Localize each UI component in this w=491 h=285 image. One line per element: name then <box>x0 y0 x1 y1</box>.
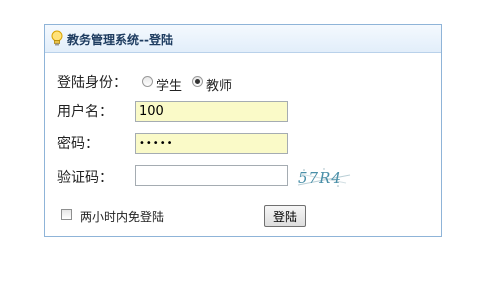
radio-student-label: 学生 <box>156 79 183 94</box>
captcha-input[interactable] <box>135 165 288 186</box>
login-button[interactable]: 登陆 <box>264 205 306 227</box>
login-panel: 教务管理系统--登陆 登陆身份： 学生 教师 用户名： 密码： 验证码： 57R… <box>44 24 442 237</box>
radio-teacher-label: 教师 <box>206 79 233 94</box>
panel-title: 教务管理系统--登陆 <box>67 33 173 47</box>
identity-label: 登陆身份： <box>57 75 127 91</box>
lightbulb-icon <box>51 30 63 48</box>
username-label: 用户名： <box>57 104 113 120</box>
password-label: 密码： <box>57 136 99 152</box>
captcha-text: 57R4 <box>298 169 342 187</box>
username-input[interactable] <box>135 101 288 122</box>
radio-student[interactable] <box>142 76 153 87</box>
captcha-image[interactable]: 57R4 <box>294 166 354 188</box>
radio-teacher[interactable] <box>192 76 203 87</box>
captcha-label: 验证码： <box>57 170 113 186</box>
panel-header: 教务管理系统--登陆 <box>45 25 441 53</box>
password-input[interactable] <box>135 133 288 154</box>
remember-label: 两小时内免登陆 <box>80 210 165 224</box>
remember-checkbox[interactable] <box>61 209 72 220</box>
